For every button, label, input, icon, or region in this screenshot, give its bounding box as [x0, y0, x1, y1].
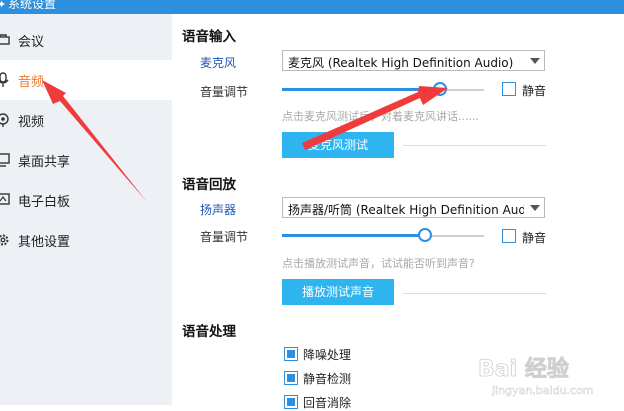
audio-input-section-title: 语音输入 — [182, 29, 236, 45]
output-volume-slider[interactable] — [282, 227, 484, 245]
sidebar-item-screen-share[interactable]: 桌面共享 — [0, 140, 172, 180]
sidebar: 会议 音频 视频 桌面共享 电子白板 其他设置 — [0, 14, 172, 405]
chevron-down-icon[interactable] — [525, 198, 544, 217]
sidebar-item-label: 电子白板 — [18, 195, 71, 210]
sidebar-item-label: 视频 — [18, 115, 45, 130]
settings-panel: 语音输入 麦克风 麦克风 (Realtek High Definition Au… — [172, 14, 624, 410]
microphone-device-label: 麦克风 — [200, 56, 237, 70]
microphone-device-select[interactable]: 麦克风 (Realtek High Definition Audio) — [282, 50, 545, 71]
slider-fill — [282, 88, 440, 91]
slider-fill — [282, 234, 426, 237]
gear-icon — [0, 232, 10, 248]
input-volume-label: 音量调节 — [200, 85, 249, 99]
silence-detection-checkbox[interactable] — [284, 371, 298, 385]
silence-detection-label: 静音检测 — [303, 372, 352, 386]
window-title: 系统设置 — [8, 0, 57, 11]
speaker-device-select[interactable]: 扬声器/听筒 (Realtek High Definition Audio) — [282, 197, 545, 218]
sidebar-item-meeting[interactable]: 会议 — [0, 20, 172, 60]
whiteboard-icon — [0, 192, 10, 208]
audio-output-section-title: 语音回放 — [182, 177, 236, 193]
output-test-hint: 点击播放测试声音，试试能否听到声音? — [282, 257, 475, 270]
audio-processing-section-title: 语音处理 — [182, 324, 236, 340]
output-mute-checkbox[interactable] — [502, 229, 516, 243]
input-level-meter — [403, 145, 546, 146]
microphone-test-button[interactable]: 麦克风测试 — [282, 132, 394, 158]
output-mute-label: 静音 — [522, 231, 547, 245]
noise-reduction-checkbox[interactable] — [284, 347, 298, 361]
play-test-sound-button[interactable]: 播放测试声音 — [282, 279, 394, 305]
output-volume-label: 音量调节 — [200, 230, 249, 244]
sidebar-item-label: 桌面共享 — [18, 155, 71, 170]
input-mute-label: 静音 — [522, 84, 547, 98]
sidebar-item-audio[interactable]: 音频 — [0, 60, 172, 100]
baidu-watermark: Bai 经验 jingyan.baidu.com — [478, 350, 620, 400]
microphone-icon — [0, 72, 10, 88]
video-icon — [0, 112, 10, 128]
chevron-down-icon[interactable] — [525, 51, 544, 70]
screen-share-icon — [0, 152, 10, 168]
watermark-brand: Bai 经验 — [478, 356, 569, 382]
slider-thumb[interactable] — [418, 228, 433, 242]
sidebar-item-label: 音频 — [18, 75, 45, 90]
echo-cancellation-label: 回音消除 — [303, 396, 352, 410]
slider-thumb[interactable] — [432, 82, 447, 96]
sidebar-item-other-settings[interactable]: 其他设置 — [0, 220, 172, 260]
noise-reduction-label: 降噪处理 — [303, 348, 352, 362]
speaker-device-label: 扬声器 — [200, 203, 237, 217]
input-volume-slider[interactable] — [282, 81, 484, 99]
window-titlebar: ✦ 系统设置 — [0, 0, 624, 14]
sidebar-item-whiteboard[interactable]: 电子白板 — [0, 180, 172, 220]
echo-cancellation-checkbox[interactable] — [284, 395, 298, 409]
app-icon: ✦ — [0, 0, 7, 11]
microphone-device-value: 麦克风 (Realtek High Definition Audio) — [288, 56, 514, 70]
output-level-meter — [403, 293, 546, 294]
input-test-hint: 点击麦克风测试后，对着麦克风讲话...... — [282, 110, 479, 123]
sidebar-item-label: 会议 — [18, 35, 45, 50]
speaker-device-value: 扬声器/听筒 (Realtek High Definition Audio) — [288, 203, 524, 217]
meeting-icon — [0, 32, 10, 48]
sidebar-item-video[interactable]: 视频 — [0, 100, 172, 140]
input-mute-checkbox[interactable] — [502, 82, 516, 96]
sidebar-item-label: 其他设置 — [18, 235, 71, 250]
watermark-url: jingyan.baidu.com — [491, 384, 594, 397]
